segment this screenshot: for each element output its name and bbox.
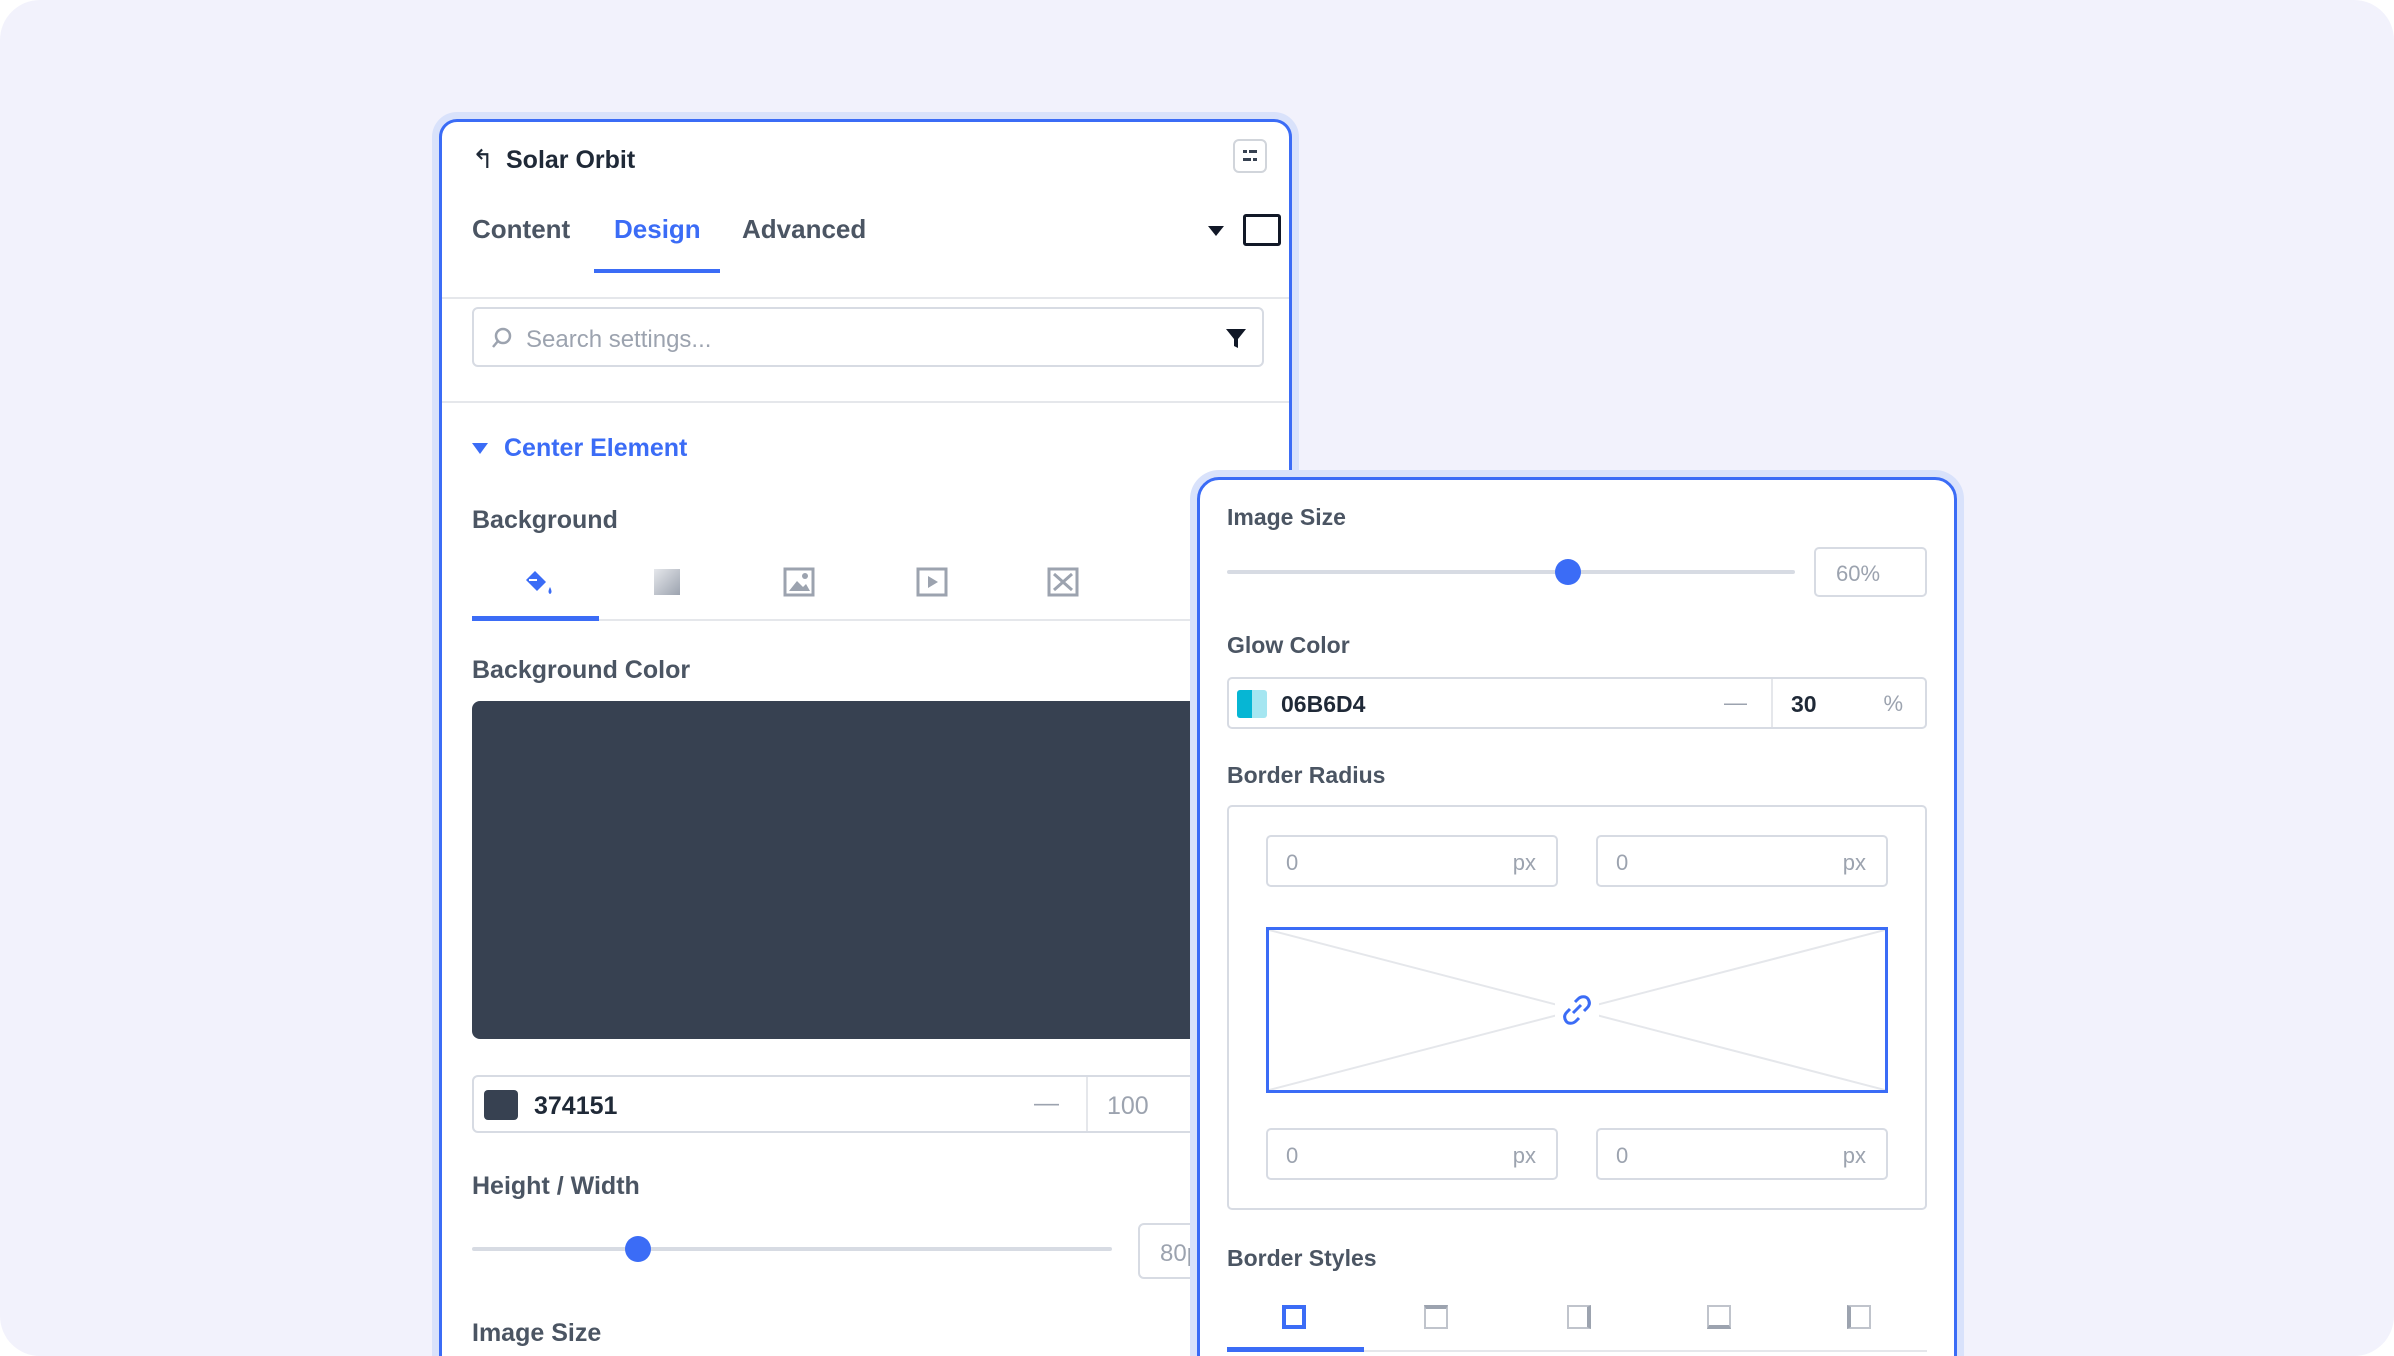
background-color-label: Background Color (472, 656, 691, 684)
height-width-label: Height / Width (472, 1172, 640, 1200)
border-radius-label: Border Radius (1227, 762, 1386, 788)
glow-color-dash: — (1724, 689, 1747, 715)
unit-label: px (1512, 1143, 1536, 1168)
height-width-slider[interactable] (472, 1247, 1112, 1251)
background-color-hex[interactable]: 374151 (534, 1092, 617, 1121)
background-type-tabs (472, 559, 1272, 621)
border-radius-top-right[interactable]: 0 px (1596, 835, 1888, 887)
tab-content[interactable]: Content (472, 214, 570, 245)
responsive-mode-icon[interactable] (1243, 214, 1281, 246)
slideshow-icon[interactable] (1046, 565, 1080, 599)
border-styles-label: Border Styles (1227, 1245, 1377, 1271)
canvas-background: ↰ Solar Orbit Content Design Advanced Se… (0, 0, 2394, 1356)
back-arrow-icon[interactable]: ↰ (472, 144, 494, 175)
color-chip[interactable] (484, 1090, 518, 1120)
video-icon[interactable] (915, 565, 949, 599)
glow-color-chip[interactable] (1237, 690, 1267, 718)
glow-color-label: Glow Color (1227, 632, 1350, 658)
search-icon (492, 327, 512, 348)
active-border-style-indicator (1227, 1347, 1364, 1352)
border-radius-bottom-right[interactable]: 0 px (1596, 1128, 1888, 1180)
active-tab-indicator (594, 269, 720, 273)
background-opacity-value[interactable]: 100 (1107, 1092, 1149, 1121)
border-radius-preview (1266, 927, 1888, 1093)
color-divider (1086, 1077, 1088, 1131)
tab-advanced[interactable]: Advanced (742, 214, 866, 245)
tab-design[interactable]: Design (614, 214, 701, 245)
glow-color-field[interactable]: 06B6D4 — 30 % (1227, 677, 1927, 729)
border-all-sides-icon[interactable] (1282, 1305, 1306, 1329)
background-label: Background (472, 506, 618, 534)
border-radius-bottom-left[interactable]: 0 px (1266, 1128, 1558, 1180)
background-color-preview[interactable] (472, 701, 1272, 1039)
image-size-value: 60% (1836, 561, 1881, 586)
caret-down-icon[interactable] (1208, 226, 1224, 236)
bottom-left-value: 0 (1286, 1143, 1299, 1168)
active-bg-type-indicator (472, 616, 599, 621)
border-radius-top-left[interactable]: 0 px (1266, 835, 1558, 887)
background-color-field[interactable]: 374151 — 100 (472, 1075, 1272, 1133)
image-size-input[interactable]: 60% (1814, 547, 1927, 597)
image-size-label: Image Size (472, 1319, 602, 1347)
border-right-icon[interactable] (1567, 1305, 1591, 1329)
image-icon[interactable] (782, 565, 816, 599)
filter-icon[interactable] (1224, 326, 1248, 350)
section-caret-icon[interactable] (472, 443, 488, 454)
border-left-icon[interactable] (1847, 1305, 1871, 1329)
divider (442, 401, 1289, 403)
border-bottom-icon[interactable] (1707, 1305, 1731, 1329)
settings-panel: ↰ Solar Orbit Content Design Advanced Se… (439, 119, 1292, 1356)
unit-label: px (1512, 850, 1536, 875)
search-placeholder: Search settings... (526, 326, 712, 353)
border-styles-tabs (1227, 1290, 1927, 1352)
panel-header: ↰ Solar Orbit (442, 122, 1289, 192)
glow-opacity-unit: % (1883, 691, 1903, 716)
color-dash: — (1034, 1089, 1059, 1117)
search-settings[interactable]: Search settings... (472, 307, 1264, 367)
panel-menu-icon[interactable] (1233, 139, 1267, 173)
image-size-slider-knob[interactable] (1554, 559, 1581, 585)
bottom-right-value: 0 (1616, 1143, 1629, 1168)
panel-title: Solar Orbit (506, 146, 636, 174)
section-center-element[interactable]: Center Element (504, 434, 687, 463)
image-size-slider[interactable] (1227, 570, 1795, 574)
unit-label: px (1842, 1143, 1866, 1168)
top-left-value: 0 (1286, 850, 1299, 875)
height-width-slider-knob[interactable] (625, 1236, 652, 1262)
height-width-value: 80p (1160, 1240, 1201, 1267)
gradient-icon[interactable] (650, 565, 684, 599)
border-top-icon[interactable] (1424, 1305, 1448, 1329)
link-icon[interactable] (1555, 990, 1599, 1030)
top-right-value: 0 (1616, 850, 1629, 875)
unit-label: px (1842, 850, 1866, 875)
border-radius-editor: 0 px 0 px 0 px 0 px (1227, 805, 1927, 1210)
glow-opacity-value[interactable]: 30 (1791, 691, 1817, 718)
floating-settings-panel: Image Size 60% Glow Color 06B6D4 — 30 % … (1197, 477, 1957, 1356)
image-size-label: Image Size (1227, 504, 1346, 530)
paint-bucket-icon[interactable] (520, 565, 554, 599)
glow-color-divider (1771, 679, 1773, 727)
glow-color-hex[interactable]: 06B6D4 (1281, 691, 1365, 718)
